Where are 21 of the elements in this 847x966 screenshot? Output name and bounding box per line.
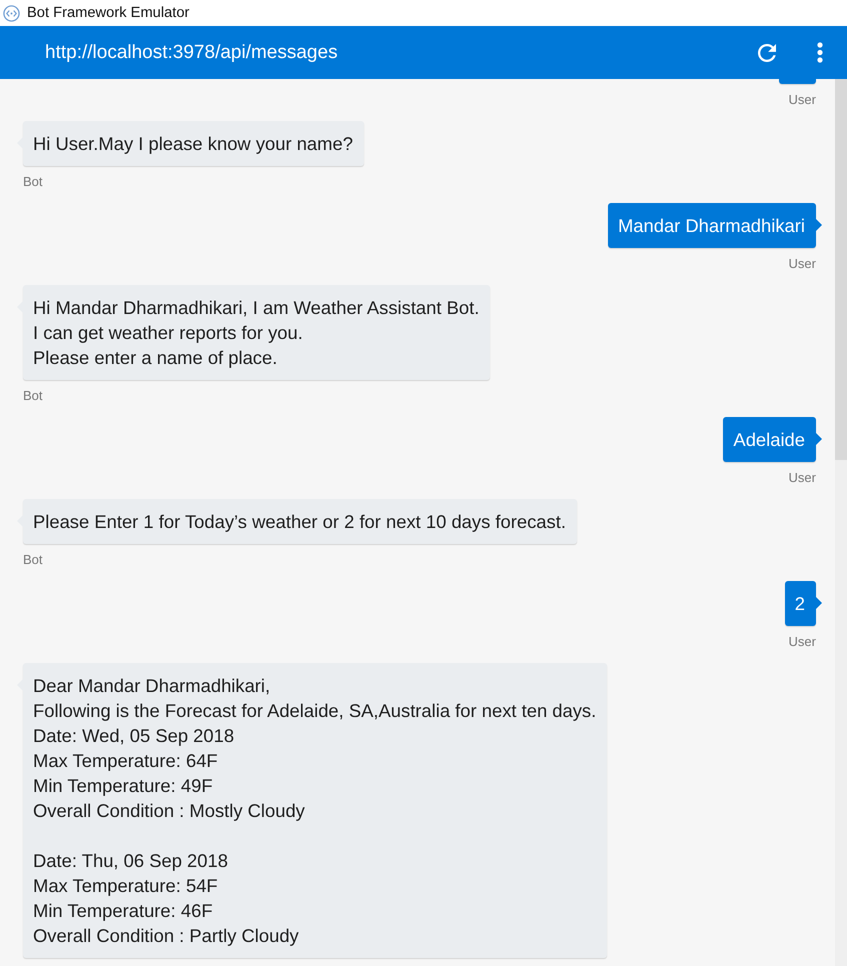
message-text: Hi User.May I please know your name? (33, 132, 353, 156)
message-text: Dear Mandar Dharmadhikari, Following is the Forecast for Adelaide, SA,Australia for next ten days. Date: Wed, 05 Sep 2018 Max Temperature: 64F Min Temperature: 49F Overall Condition : Mostly Cloudy (33, 674, 596, 823)
sender-label: User (788, 633, 817, 651)
sender-label: Bot (22, 387, 43, 405)
sender-label: Bot (22, 551, 43, 569)
message-text: 2 (794, 592, 805, 616)
scrollbar-thumb[interactable] (835, 79, 847, 460)
window-title: Bot Framework Emulator (27, 5, 190, 21)
sender-label: User (788, 469, 817, 487)
message-text: Please Enter 1 for Today’s weather or 2 for next 10 days forecast. (33, 510, 566, 534)
more-options-icon[interactable] (817, 42, 823, 63)
sender-label: User (788, 255, 817, 273)
message-text: Hi Mandar Dharmadhikari, I am Weather Assistant Bot. I can get weather reports for you. Please enter a name of place. (33, 296, 480, 370)
message-text: Adelaide (733, 428, 805, 452)
refresh-icon[interactable] (758, 44, 776, 62)
message-text: Date: Thu, 06 Sep 2018 Max Temperature: 54F Min Temperature: 46F Overall Condition : Partly Cloudy (33, 849, 300, 948)
sender-label: User (788, 91, 817, 109)
sender-label: Bot (22, 173, 43, 191)
message-text: Mandar Dharmadhikari (618, 214, 805, 238)
app-logo-icon (3, 4, 20, 22)
endpoint-url: http://localhost:3978/api/messages (45, 42, 338, 64)
